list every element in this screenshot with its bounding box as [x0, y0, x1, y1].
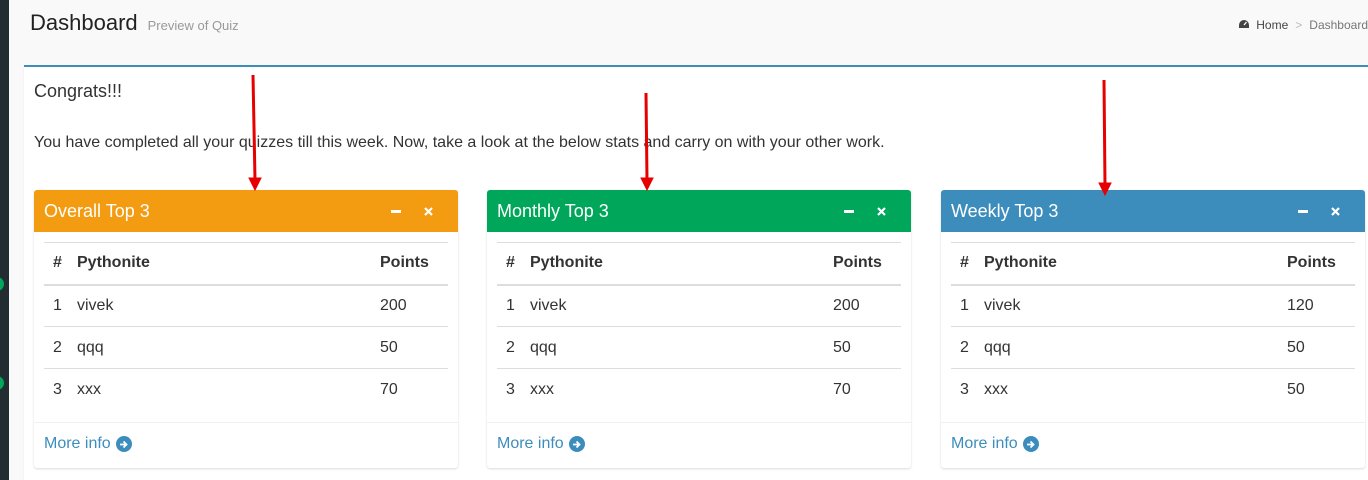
status-dot	[0, 376, 4, 390]
sidebar-edge	[0, 0, 9, 480]
status-dot	[0, 277, 4, 291]
content-wrapper: Dashboard Preview of Quiz Home > Dashboa…	[9, 0, 1368, 480]
annotation-arrows	[248, 74, 1112, 197]
annotation-arrow	[640, 92, 654, 192]
annotation-arrow	[1098, 79, 1112, 197]
annotation-arrow	[248, 74, 262, 192]
